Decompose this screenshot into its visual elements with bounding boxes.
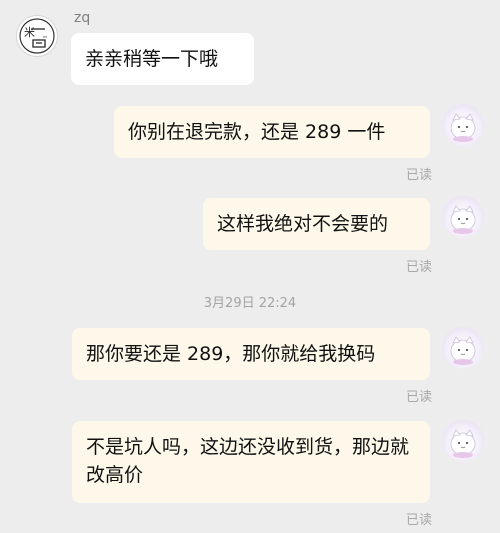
read-receipt: 已读 <box>405 513 432 528</box>
read-receipt: 已读 <box>405 168 432 183</box>
cartoon-cat-avatar-icon <box>450 429 476 458</box>
message-bubble-outgoing[interactable]: 你别在退完款，还是 289 一件 <box>114 106 430 158</box>
chat-conversation: 米 mi zq 亲亲稍等一下哦 你别在退完款，还是 289 一件 已读 这样我绝… <box>0 0 500 533</box>
contact-avatar[interactable]: 米 mi <box>16 15 58 57</box>
message-bubble-outgoing[interactable]: 这样我绝对不会要的 <box>203 198 430 250</box>
self-avatar[interactable] <box>442 196 484 238</box>
message-bubble-incoming[interactable]: 亲亲稍等一下哦 <box>71 33 254 85</box>
chat-timestamp: 3月29日 22:24 <box>203 296 297 311</box>
svg-text:米: 米 <box>24 26 35 39</box>
svg-text:mi: mi <box>43 35 47 39</box>
read-receipt: 已读 <box>405 260 432 275</box>
cartoon-cat-avatar-icon <box>450 336 476 365</box>
message-bubble-outgoing[interactable]: 那你要还是 289，那你就给我换码 <box>72 328 430 380</box>
message-bubble-outgoing[interactable]: 不是坑人吗，这边还没收到货，那边就改高价 <box>72 421 430 503</box>
self-avatar[interactable] <box>442 327 484 369</box>
cartoon-cat-avatar-icon <box>450 113 476 142</box>
self-avatar[interactable] <box>442 420 484 462</box>
brand-logo-avatar-icon: 米 mi <box>19 18 55 54</box>
read-receipt: 已读 <box>405 390 432 405</box>
contact-name: zq <box>74 10 91 26</box>
self-avatar[interactable] <box>442 104 484 146</box>
cartoon-cat-avatar-icon <box>450 205 476 234</box>
